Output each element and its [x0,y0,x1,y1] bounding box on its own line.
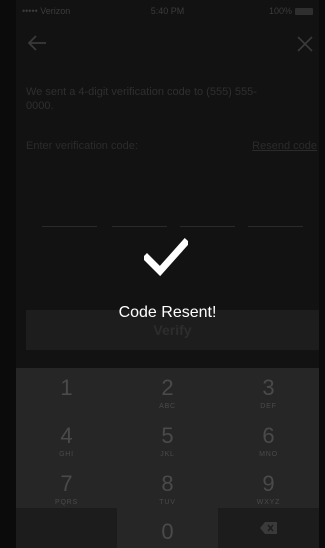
close-icon[interactable] [297,36,313,52]
key-blank [16,508,117,548]
battery-indicator: 100% [269,6,313,16]
battery-icon [295,7,313,15]
checkmark-icon [142,238,190,278]
arrow-left-icon[interactable] [26,32,48,54]
key-3[interactable]: 3 DEF [218,368,319,416]
toast-message: Code Resent! [118,304,217,321]
key-4[interactable]: 4 GHI [16,416,117,464]
code-label: Enter verification code: [26,140,138,152]
code-digit-3[interactable] [180,226,235,227]
key-9[interactable]: 9 WXYZ [218,464,319,512]
numeric-keypad: 1 2 ABC 3 DEF 4 GHI 5 JKL 6 MNO 7 PQRS 8 [16,368,319,548]
backspace-icon [259,522,277,534]
status-bar: ••••• Verizon 5:40 PM 100% [16,0,319,20]
code-digit-4[interactable] [248,226,303,227]
key-8[interactable]: 8 TUV [117,464,218,512]
battery-percent: 100% [268,6,292,16]
backspace-key[interactable] [218,508,319,548]
key-5[interactable]: 5 JKL [117,416,218,464]
verification-message: We sent a 4-digit verification code to (… [26,86,257,112]
key-6[interactable]: 6 MNO [218,416,319,464]
verification-screen: ••••• Verizon 5:40 PM 100% We sent a 4-d… [16,0,319,548]
code-digit-2[interactable] [112,226,167,227]
key-2[interactable]: 2 ABC [117,368,218,416]
key-7[interactable]: 7 PQRS [16,464,117,512]
key-1[interactable]: 1 [16,368,117,416]
code-digit-1[interactable] [42,226,97,227]
key-0[interactable]: 0 [117,512,218,548]
resend-code-link[interactable]: Resend code [252,140,317,152]
